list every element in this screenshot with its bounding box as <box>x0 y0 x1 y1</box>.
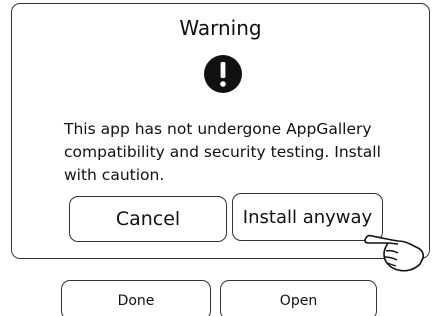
cancel-button[interactable]: Cancel <box>69 196 227 242</box>
exclamation-icon <box>204 55 242 93</box>
dialog-title: Warning <box>179 16 262 40</box>
install-anyway-button[interactable]: Install anyway <box>232 193 383 241</box>
dialog-message: This app has not undergone AppGallery co… <box>64 120 381 184</box>
open-button[interactable]: Open <box>220 280 377 316</box>
screen: Warning This app has not undergone AppGa… <box>0 0 441 316</box>
done-button[interactable]: Done <box>61 280 211 316</box>
